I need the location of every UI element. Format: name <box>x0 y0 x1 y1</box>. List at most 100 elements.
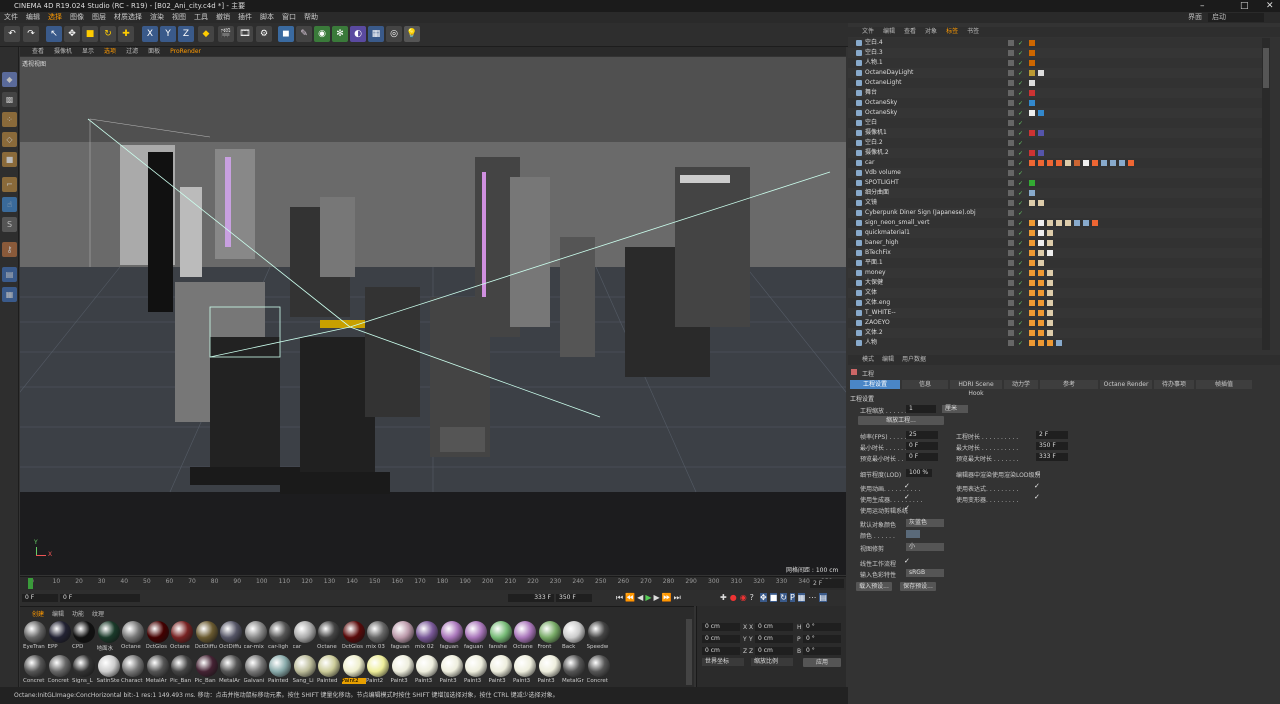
prev-frame-icon[interactable]: ◀ <box>637 593 643 603</box>
render-settings-icon[interactable]: ⚙ <box>256 26 272 42</box>
tag-icon[interactable] <box>1083 160 1089 166</box>
visibility-toggle[interactable] <box>1008 130 1014 136</box>
use-generators-checkbox[interactable]: ✓ <box>904 493 910 501</box>
go-start-icon[interactable]: ⏮ <box>616 593 623 603</box>
attr-tab[interactable]: Octane Render <box>1100 380 1152 389</box>
tag-icon[interactable] <box>1029 150 1035 156</box>
tag-icon[interactable] <box>1047 220 1053 226</box>
material-swatch[interactable] <box>146 655 169 677</box>
tag-icon[interactable] <box>1074 220 1080 226</box>
undo-icon[interactable]: ↶ <box>4 26 20 42</box>
object-row[interactable]: 大保健 ✓ <box>848 278 1262 288</box>
linear-workflow-checkbox[interactable]: ✓ <box>904 557 910 565</box>
move-key-icon[interactable]: ✥ <box>760 593 767 602</box>
object-row[interactable]: SPOTLIGHT ✓ <box>848 178 1262 188</box>
material-menu-item[interactable]: 纹理 <box>92 609 104 618</box>
object-menu-item[interactable]: 对象 <box>925 27 937 37</box>
tag-icon[interactable] <box>1029 330 1035 336</box>
material-swatch[interactable] <box>318 655 340 677</box>
material-swatch[interactable] <box>122 621 144 643</box>
menu-item[interactable]: 撤销 <box>216 12 230 23</box>
visibility-toggle[interactable] <box>1008 80 1014 86</box>
tag-icon[interactable] <box>1029 130 1035 136</box>
menu-item[interactable]: 图层 <box>92 12 106 23</box>
visibility-toggle[interactable] <box>1008 330 1014 336</box>
tag-icon[interactable] <box>1047 270 1053 276</box>
visibility-toggle[interactable] <box>1008 160 1014 166</box>
tag-icon[interactable] <box>1029 190 1035 196</box>
visibility-toggle[interactable] <box>1008 120 1014 126</box>
visibility-toggle[interactable] <box>1008 180 1014 186</box>
scale-unit-dropdown[interactable]: 厘米 <box>942 405 968 413</box>
apply-button[interactable]: 应用 <box>803 658 841 667</box>
material-menu-item[interactable]: 功能 <box>72 609 84 618</box>
visibility-toggle[interactable] <box>1008 260 1014 266</box>
material-swatch[interactable] <box>587 621 610 643</box>
material-swatch[interactable] <box>73 655 95 677</box>
object-row[interactable]: 摄像机.2 ✓ <box>848 148 1262 158</box>
material-swatch[interactable] <box>342 655 365 677</box>
tag-icon[interactable] <box>1029 300 1035 306</box>
object-row[interactable]: 空白.2 ✓ <box>848 138 1262 148</box>
coord-system-icon[interactable]: ◆ <box>198 26 214 42</box>
material-swatch[interactable] <box>244 655 267 677</box>
tag-icon[interactable] <box>1029 50 1035 56</box>
material-swatch[interactable] <box>122 655 144 677</box>
tag-icon[interactable] <box>1038 230 1044 236</box>
material-swatch[interactable] <box>97 655 120 677</box>
object-row[interactable]: OctaneSky ✓ <box>848 98 1262 108</box>
deformer-icon[interactable]: ◐ <box>350 26 366 42</box>
visibility-toggle[interactable] <box>1008 220 1014 226</box>
prev-key-icon[interactable]: ⏪ <box>625 593 635 603</box>
tag-icon[interactable] <box>1029 270 1035 276</box>
tag-icon[interactable] <box>1029 70 1035 76</box>
object-row[interactable]: 文体.2 ✓ <box>848 328 1262 338</box>
playhead[interactable] <box>28 578 33 589</box>
options-icon[interactable]: ⋯ <box>808 593 816 602</box>
start-frame-field[interactable]: 0 F <box>22 594 58 602</box>
tag-icon[interactable] <box>1029 320 1035 326</box>
rot-p-field[interactable]: 0 ° <box>803 635 841 643</box>
menu-item[interactable]: 帮助 <box>304 12 318 23</box>
end-frame-field[interactable]: 350 F <box>556 594 592 602</box>
z-axis-button[interactable]: Z <box>178 26 194 42</box>
layout-dropdown[interactable]: 启动 <box>1208 13 1264 22</box>
object-row[interactable]: 文镜 ✓ <box>848 198 1262 208</box>
tag-icon[interactable] <box>1047 290 1053 296</box>
tag-icon[interactable] <box>1029 250 1035 256</box>
tag-icon[interactable] <box>1038 160 1044 166</box>
object-row[interactable]: OctaneSky ✓ <box>848 108 1262 118</box>
object-row[interactable]: 平面.1 ✓ <box>848 258 1262 268</box>
points-mode-icon[interactable]: ⁘ <box>2 112 17 127</box>
axis-icon[interactable]: ⌐ <box>2 177 17 192</box>
menu-item[interactable]: 渲染 <box>150 12 164 23</box>
visibility-toggle[interactable] <box>1008 280 1014 286</box>
material-swatch[interactable] <box>416 655 438 677</box>
grid-icon[interactable]: ▦ <box>2 287 17 302</box>
tag-icon[interactable] <box>1029 60 1035 66</box>
timeline-ruler[interactable]: 0102030405060708090100110120130140150160… <box>20 576 846 590</box>
object-row[interactable]: 空白.3 ✓ <box>848 48 1262 58</box>
material-swatch[interactable] <box>48 655 71 677</box>
tag-icon[interactable] <box>1038 320 1044 326</box>
fps-field[interactable]: 25 <box>906 431 938 439</box>
snap-icon[interactable]: S <box>2 217 17 232</box>
pen-icon[interactable]: ✎ <box>296 26 312 42</box>
menu-item[interactable]: 编辑 <box>26 12 40 23</box>
tag-icon[interactable] <box>1038 310 1044 316</box>
visibility-toggle[interactable] <box>1008 60 1014 66</box>
attr-tab[interactable]: 信息 <box>902 380 948 389</box>
object-row[interactable]: baner_high ✓ <box>848 238 1262 248</box>
tag-icon[interactable] <box>1038 300 1044 306</box>
material-swatch[interactable] <box>440 621 463 643</box>
visibility-toggle[interactable] <box>1008 240 1014 246</box>
material-swatch[interactable] <box>563 621 585 643</box>
material-swatch[interactable] <box>465 621 487 643</box>
tag-icon[interactable] <box>1029 310 1035 316</box>
viewport-menu-item[interactable]: 查看 <box>32 47 44 56</box>
material-swatch[interactable] <box>220 655 242 677</box>
tag-icon[interactable] <box>1038 70 1044 76</box>
visibility-toggle[interactable] <box>1008 100 1014 106</box>
viewport-menu-item[interactable]: 显示 <box>82 47 94 56</box>
tag-icon[interactable] <box>1092 220 1098 226</box>
